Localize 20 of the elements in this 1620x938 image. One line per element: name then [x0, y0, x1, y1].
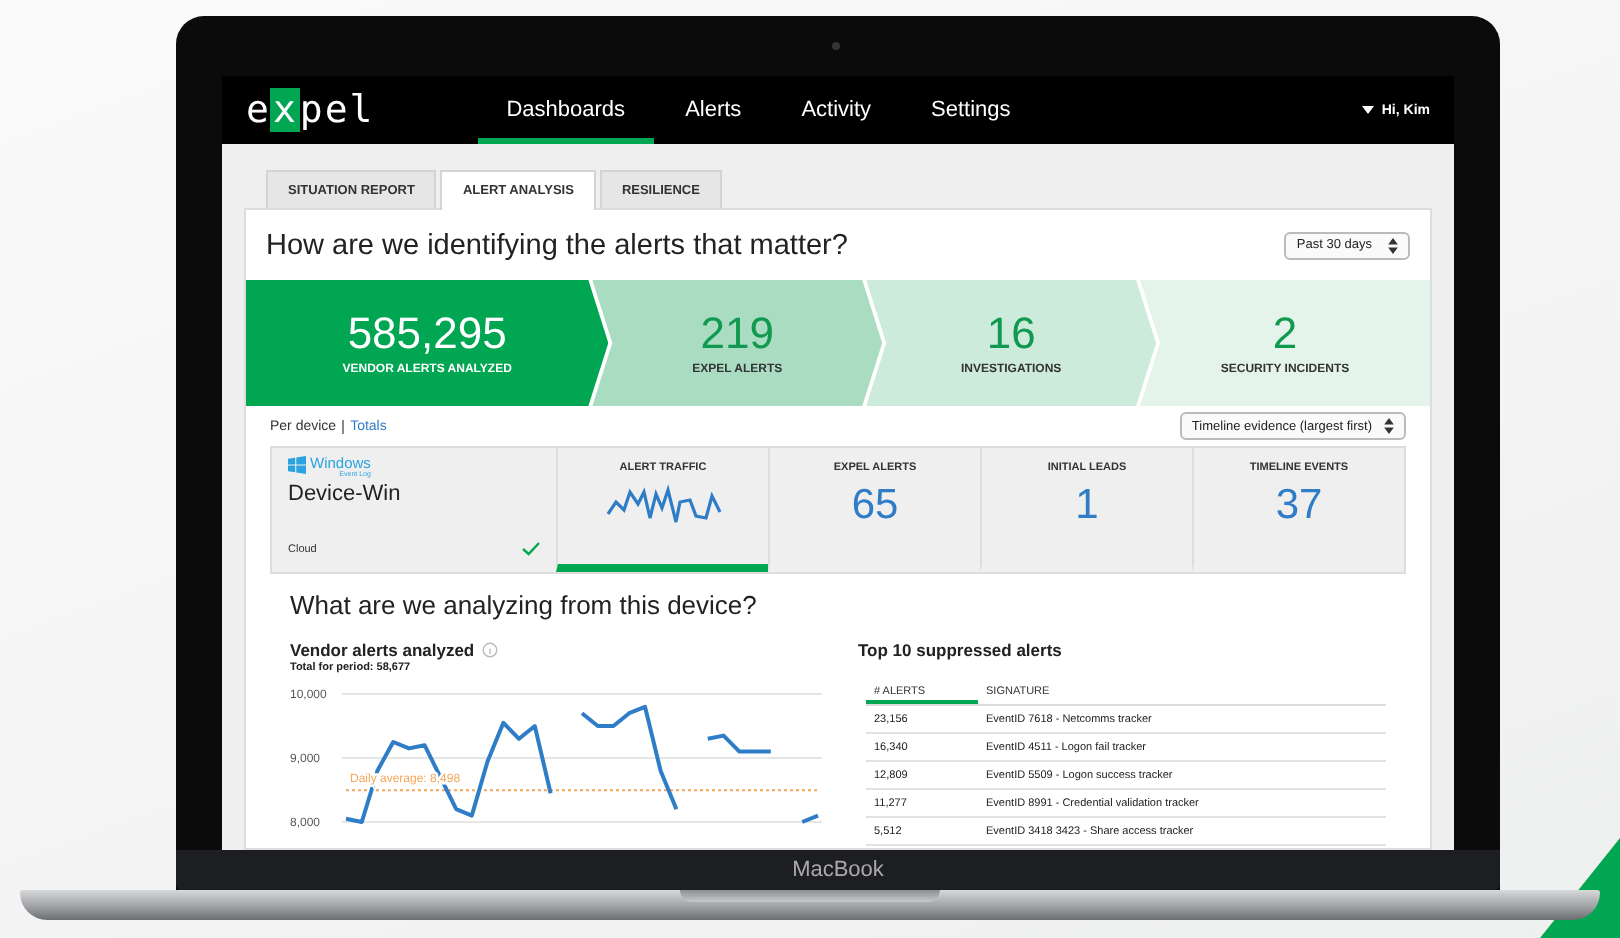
funnel-value: 2	[1272, 311, 1298, 355]
sparkline	[605, 484, 721, 528]
section-title: How are we identifying the alerts that matter?	[266, 229, 848, 261]
nav-tab[interactable]: Activity	[773, 76, 900, 144]
chart-title: Vendor alerts analyzed	[290, 640, 475, 660]
nav-tab[interactable]: Settings	[903, 76, 1039, 144]
brand-label: MacBook	[792, 858, 884, 882]
expel-logo[interactable]: ex pel	[246, 88, 375, 132]
funnel-value: 219	[700, 311, 774, 355]
analysis-title: What are we analyzing from this device?	[290, 590, 759, 620]
device-name: Device-Win	[288, 482, 403, 506]
funnel-value: 16	[986, 311, 1036, 355]
nav-tab[interactable]: Dashboards	[478, 76, 654, 144]
dropdown-arrows-icon	[1384, 418, 1394, 434]
table-title: Top 10 suppressed alerts	[858, 640, 1062, 660]
funnel-value: 585,295	[347, 311, 507, 355]
windows-logo-icon	[288, 456, 306, 474]
dropdown-arrows-icon	[1388, 237, 1398, 253]
caret-icon[interactable]	[1361, 106, 1374, 114]
nav-tab[interactable]: Alerts	[657, 76, 770, 144]
